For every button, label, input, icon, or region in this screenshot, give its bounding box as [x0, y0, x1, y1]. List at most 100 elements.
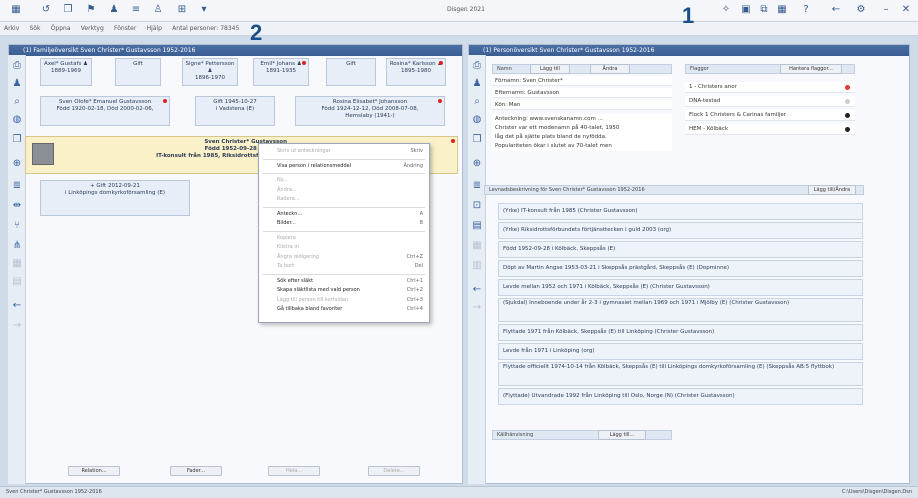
menu-oppna[interactable]: Öppna	[47, 22, 75, 36]
event-row[interactable]: (Yrke) Riksidrottsförbundets förtjänstte…	[498, 222, 863, 239]
grandparent-card[interactable]: Signe* Pettersson ♟ 1896-1970	[182, 58, 238, 86]
marriage-card[interactable]: Gift	[326, 58, 376, 86]
ctx-item-undo[interactable]: Ångra redigering Ctrl+Z	[259, 253, 429, 263]
event-row[interactable]: (Yrke) IT-konsult från 1985 (Christer Gu…	[498, 203, 863, 220]
father-card[interactable]: Sven Olofe* Emanuel Gustavsson Född 1920…	[40, 96, 170, 126]
person-icon[interactable]: ♟	[11, 78, 23, 90]
globe-icon[interactable]: ◍	[11, 114, 23, 126]
menu-verktyg[interactable]: Verktyg	[77, 22, 108, 36]
print-icon[interactable]: ⎙	[11, 60, 23, 72]
undo-icon[interactable]: ↺	[40, 4, 52, 16]
all-button[interactable]: Hela...	[268, 466, 320, 476]
dropdown-icon[interactable]: ▾	[198, 4, 210, 16]
ctx-item-show-relation[interactable]: Visa person i relationsmeddel Ändring	[259, 162, 429, 172]
branch-icon[interactable]: ⑂	[11, 220, 23, 232]
event-row[interactable]: Döpt av Martin Angse 1953-03-21 i Skepps…	[498, 260, 863, 277]
frame-icon[interactable]: ⊡	[471, 200, 483, 212]
split-icon[interactable]: ⇹	[11, 200, 23, 212]
list-icon[interactable]: ≣	[11, 180, 23, 192]
event-row[interactable]: (Flyttade) Utvandrade 1992 från Linköpin…	[498, 388, 863, 405]
person-photo[interactable]	[32, 143, 54, 165]
tree-icon[interactable]: ⊞	[176, 4, 188, 16]
ctx-item-back-favorites[interactable]: Gå tillbaka bland favoriter Ctrl+4	[259, 305, 429, 315]
forward-arrow-icon[interactable]: →	[471, 302, 483, 314]
close-icon[interactable]: ✕	[900, 4, 912, 16]
list-icon[interactable]: ≡	[130, 4, 142, 16]
window-icon[interactable]: ▣	[740, 4, 752, 16]
print-icon[interactable]: ⎙	[471, 60, 483, 72]
copy-icon[interactable]: ❐	[471, 134, 483, 146]
ctx-item-remove[interactable]: Ta bort Del	[259, 262, 429, 272]
search-icon[interactable]: ⌕	[471, 96, 483, 108]
mother-card[interactable]: Rosina Elisabet* Johansson Född 1924-12-…	[295, 96, 445, 126]
marriage-card[interactable]: Gift	[115, 58, 161, 86]
add-source-button[interactable]: Lägg till...	[598, 430, 646, 440]
flag-row[interactable]: Flock 1 Christers & Carinas familjer	[685, 110, 855, 121]
ctx-item-search-relatives[interactable]: Sök efter släkt Ctrl+1	[259, 277, 429, 287]
add-name-button[interactable]: Lägg till	[530, 64, 570, 74]
back-arrow-icon[interactable]: ←	[11, 300, 23, 312]
delete-button[interactable]: Delete...	[368, 466, 420, 476]
grandparent-card[interactable]: Axel* Gustafs ♟ 1889-1969	[40, 58, 92, 86]
minimize-icon[interactable]: –	[880, 4, 892, 16]
grid-icon[interactable]: ▦	[471, 240, 483, 252]
menu-arkiv[interactable]: Arkiv	[0, 22, 23, 36]
event-row[interactable]: (Sjukdal) Inneboende under år 2-3 i gymn…	[498, 298, 863, 322]
father-button[interactable]: Fader...	[170, 466, 222, 476]
grid-icon[interactable]: ▦	[11, 258, 23, 270]
copy-icon[interactable]: ❐	[11, 134, 23, 146]
event-row[interactable]: Levde mellan 1952 och 1971 i Kölbäck, Sk…	[498, 279, 863, 296]
firstname-field[interactable]: Förnamn: Sven Christer*	[492, 76, 672, 86]
user-icon[interactable]: ♙	[152, 4, 164, 16]
flag-row[interactable]: 1 - Christers anor	[685, 82, 855, 93]
relation-button[interactable]: Relation...	[68, 466, 120, 476]
menu-fonster[interactable]: Fönster	[110, 22, 140, 36]
help-icon[interactable]: ?	[800, 4, 812, 16]
event-row[interactable]: Född 1952-09-28 i Kölbäck, Skeppsås (E)	[498, 241, 863, 258]
person-icon[interactable]: ♟	[471, 78, 483, 90]
ctx-item-paste[interactable]: Klistra in	[259, 243, 429, 253]
ctx-item-edit[interactable]: Ändra...	[259, 186, 429, 196]
flag-icon[interactable]: ⚑	[85, 4, 97, 16]
lastname-field[interactable]: Efternamn: Gustavsson	[492, 88, 672, 98]
hierarchy-icon[interactable]: ⋔	[11, 240, 23, 252]
ctx-item-copy[interactable]: Kopiera	[259, 234, 429, 244]
edit-name-button[interactable]: Ändra	[590, 64, 630, 74]
event-row[interactable]: Flyttade officiellt 1974-10-14 från Kölb…	[498, 362, 863, 386]
grandparent-card[interactable]: Rosina* Karlsson ♟ 1895-1980	[386, 58, 446, 86]
table-icon[interactable]: ▥	[471, 260, 483, 272]
ctx-item-create-list[interactable]: Skapa släktlista med vald person Ctrl+2	[259, 286, 429, 296]
node-icon[interactable]: ⊕	[471, 158, 483, 170]
ctx-item-print-notes[interactable]: Skriv ut anteckningar Skriv	[259, 147, 429, 157]
doc-icon[interactable]: ▤	[471, 220, 483, 232]
copy-icon[interactable]: ❐	[62, 4, 74, 16]
gender-field[interactable]: Kön: Man	[492, 100, 672, 110]
flag-row[interactable]: DNA-testad	[685, 96, 855, 107]
back-arrow-icon[interactable]: ←	[471, 284, 483, 296]
layout-icon[interactable]: ⧉	[758, 4, 770, 16]
event-row[interactable]: Flyttade 1971 från Kölbäck, Skeppsås (E)…	[498, 324, 863, 341]
forward-arrow-icon[interactable]: →	[11, 320, 23, 332]
back-icon[interactable]: ←	[830, 4, 842, 16]
ctx-item-new[interactable]: Ny...	[259, 176, 429, 186]
parents-marriage-card[interactable]: Gift 1945-10-27 i Vadstena (E)	[195, 96, 275, 126]
doc-icon[interactable]: ▤	[11, 276, 23, 288]
ctx-item-notes[interactable]: Anteckn... A	[259, 210, 429, 220]
ctx-item-images[interactable]: Bilder... B	[259, 219, 429, 229]
gear-icon[interactable]: ⚙	[855, 4, 867, 16]
grid-icon[interactable]: ▦	[776, 4, 788, 16]
add-event-button[interactable]: Lägg till/Ändra	[808, 185, 856, 195]
menu-sok[interactable]: Sök	[26, 22, 45, 36]
star-icon[interactable]: ✧	[720, 4, 732, 16]
person-icon[interactable]: ♟	[108, 4, 120, 16]
search-icon[interactable]: ⌕	[11, 96, 23, 108]
menu-hjalp[interactable]: Hjälp	[143, 22, 166, 36]
app-icon[interactable]: ▦	[10, 4, 22, 16]
flag-row[interactable]: HEM - Kölbäck	[685, 124, 855, 135]
globe-icon[interactable]: ◍	[471, 114, 483, 126]
ctx-item-delete[interactable]: Radera...	[259, 195, 429, 205]
grandparent-card[interactable]: Emil* Johans ♟ 1891-1935	[253, 58, 309, 86]
node-icon[interactable]: ⊕	[11, 158, 23, 170]
event-row[interactable]: Levde från 1971 i Linköping (org)	[498, 343, 863, 360]
list-icon[interactable]: ≣	[471, 180, 483, 192]
